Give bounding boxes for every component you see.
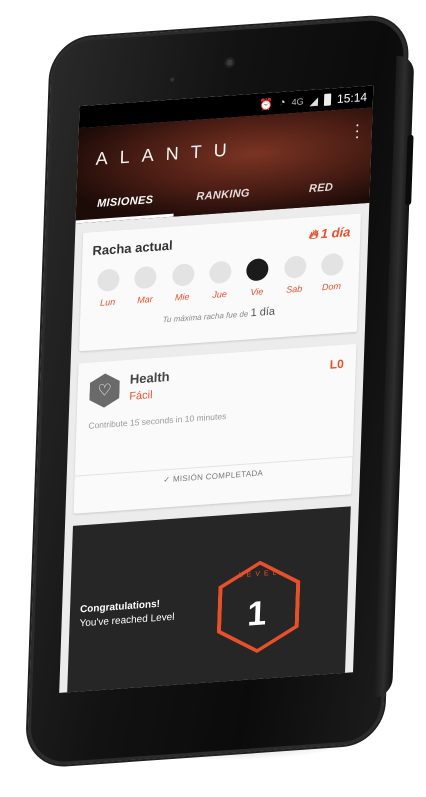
front-camera <box>224 57 235 68</box>
day-dot <box>283 255 307 279</box>
day-dot <box>320 252 344 277</box>
tab-misiones[interactable]: MISIONES <box>75 182 175 224</box>
alarm-icon: ⏰ <box>259 98 274 112</box>
max-streak-prefix: Tu máxima racha fue de <box>162 309 249 325</box>
day-label: Mie <box>174 291 190 303</box>
week-days: Lun Mar Mie Jue Vie Sab Dom <box>91 252 350 308</box>
streak-count: 🔥︎ 1 día <box>308 224 351 243</box>
day-sab: Sab <box>279 255 310 295</box>
signal-icon: ◢ <box>309 94 319 108</box>
day-dot <box>208 260 232 285</box>
day-label: Sab <box>286 283 303 295</box>
power-button <box>405 134 414 206</box>
overflow-menu-icon[interactable]: · · · <box>354 116 360 145</box>
day-label: Dom <box>321 280 342 293</box>
day-lun: Lun <box>93 268 124 308</box>
day-dot <box>134 265 158 290</box>
flame-icon: 🔥︎ <box>307 226 319 243</box>
status-time: 15:14 <box>336 89 368 107</box>
day-label: Jue <box>212 288 228 300</box>
main-content: Racha actual 🔥︎ 1 día Lun Mar Mie Jue Vie… <box>59 203 369 693</box>
app-logo: ALANTU <box>95 138 239 170</box>
max-streak-value: 1 día <box>250 305 276 320</box>
heart-icon: ♡ <box>89 372 120 408</box>
tab-red[interactable]: RED <box>271 169 370 210</box>
level-badge-number: 1 <box>246 594 267 634</box>
battery-icon <box>323 93 332 106</box>
day-dot <box>97 268 120 292</box>
app-screen: ⏰ ◔ 4G ◢ 15:14 ALANTU · · · MISIONES RANKI… <box>59 85 374 693</box>
day-label: Lun <box>99 296 116 308</box>
sensor-dot <box>170 77 175 82</box>
day-label: Mar <box>137 294 153 306</box>
day-dom: Dom <box>316 252 347 292</box>
day-label: Vie <box>250 286 264 298</box>
level-up-card: Congratulations! You've reached Level LE… <box>66 506 351 693</box>
day-mar: Mar <box>130 265 161 305</box>
day-dot <box>171 263 195 287</box>
streak-title: Racha actual <box>92 237 173 258</box>
day-vie: Vie <box>242 257 273 298</box>
streak-card: Racha actual 🔥︎ 1 día Lun Mar Mie Jue Vie… <box>79 213 362 352</box>
phone-device: ⏰ ◔ 4G ◢ 15:14 ALANTU · · · MISIONES RANKI… <box>26 15 415 768</box>
mission-card[interactable]: ♡ Health Fácil L0 Contribute 15 seconds … <box>73 343 357 514</box>
day-dot-active <box>246 257 270 282</box>
day-jue: Jue <box>204 260 235 300</box>
mission-level: L0 <box>329 356 345 372</box>
streak-count-value: 1 día <box>320 224 351 242</box>
tab-ranking[interactable]: RANKING <box>173 176 272 217</box>
wifi-icon: ◔ <box>278 96 286 110</box>
day-mie: Mie <box>167 263 198 303</box>
network-type: 4G <box>291 96 304 108</box>
